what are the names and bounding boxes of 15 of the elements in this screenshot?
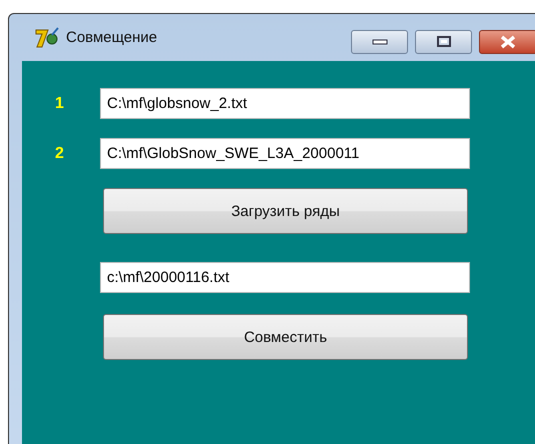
maximize-button[interactable] xyxy=(415,30,472,54)
window-title: Совмещение xyxy=(66,29,158,46)
output-path-field[interactable]: c:\mf\20000116.txt xyxy=(100,262,470,293)
path-field[interactable]: C:\mf\GlobSnow_SWE_L3A_2000011 xyxy=(100,138,470,169)
close-button[interactable] xyxy=(479,30,535,54)
app-icon xyxy=(34,26,60,48)
field-number: 1 xyxy=(54,94,65,112)
minimize-button[interactable] xyxy=(351,30,408,54)
minimize-icon xyxy=(372,39,388,45)
path-field[interactable]: C:\mf\globsnow_2.txt xyxy=(100,88,470,119)
field-number: 2 xyxy=(54,144,65,162)
load-button[interactable]: Загрузить ряды xyxy=(103,188,468,234)
merge-button[interactable]: Совместить xyxy=(103,314,468,360)
close-icon xyxy=(499,35,517,49)
maximize-icon xyxy=(436,36,452,48)
